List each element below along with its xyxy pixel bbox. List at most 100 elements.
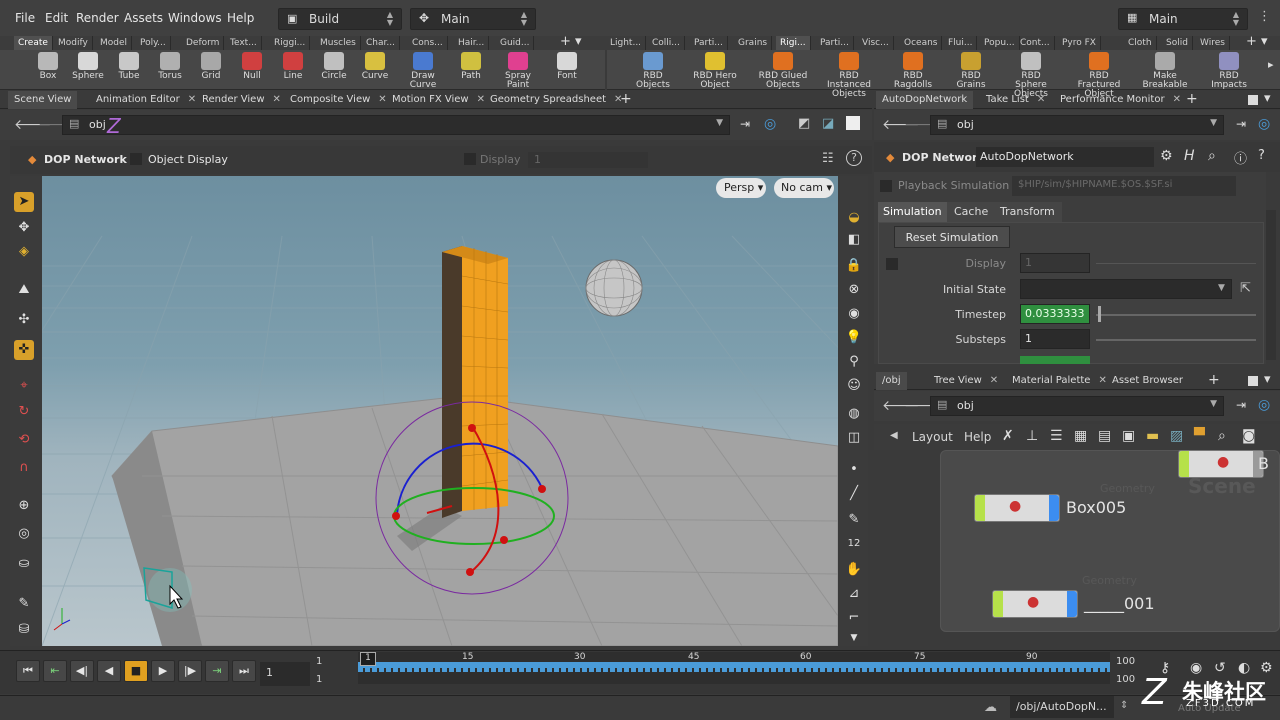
tab-autodopnetwork[interactable]: AutoDopNetwork xyxy=(876,91,974,109)
chevron-down-icon[interactable]: ▼ xyxy=(1218,283,1225,293)
chevron-down-icon[interactable]: ▼ xyxy=(1210,399,1217,409)
updown-arrows-icon[interactable]: ⇕ xyxy=(1120,700,1128,711)
background-swatch[interactable] xyxy=(846,116,860,130)
link-icon[interactable]: ◎ xyxy=(1258,116,1270,132)
shelf-tool-null[interactable]: Null xyxy=(230,52,274,81)
pin-icon[interactable]: ⇥ xyxy=(1236,117,1246,131)
user-icon[interactable]: ☺ xyxy=(844,376,864,396)
play-icon[interactable]: ▶ xyxy=(151,660,175,682)
param-scrollbar[interactable] xyxy=(1266,210,1276,360)
scope-icon[interactable]: ◎ xyxy=(14,524,34,544)
timestep-field[interactable]: 0.0333333 xyxy=(1020,304,1090,324)
close-icon[interactable]: ✕ xyxy=(188,94,196,105)
go-to-start-key-icon[interactable]: ⇤ xyxy=(43,660,67,682)
shelf-tab[interactable]: Muscles xyxy=(316,36,361,50)
shelf-tab[interactable]: Riggi... xyxy=(270,36,311,50)
view-tool-icon[interactable]: ✜ xyxy=(14,340,34,360)
dot-icon[interactable]: • xyxy=(844,460,864,480)
shelf-tab[interactable]: Poly... xyxy=(136,36,171,50)
display-slider[interactable] xyxy=(1096,263,1256,264)
shelf-scroll-icon[interactable]: ▸ xyxy=(1268,58,1274,71)
twelve-icon[interactable]: 12 xyxy=(844,534,864,554)
node-name-field[interactable]: AutoDopNetwork xyxy=(976,147,1154,167)
corner-icon[interactable]: ⌐ xyxy=(844,608,864,628)
layout-menu[interactable]: Layout xyxy=(912,430,953,444)
menu-render[interactable]: Render xyxy=(76,11,119,25)
link-icon[interactable]: ◎ xyxy=(1258,397,1270,413)
h-icon[interactable]: H xyxy=(1184,148,1195,164)
shelf-tab[interactable]: Rigi... xyxy=(776,36,811,50)
move-tool-icon[interactable]: ✥ xyxy=(14,218,34,238)
shelf-tab[interactable]: Hair... xyxy=(454,36,490,50)
node-box005[interactable]: ● xyxy=(974,494,1060,522)
subtab-cache[interactable]: Cache xyxy=(948,202,994,222)
handle-knob[interactable] xyxy=(538,485,546,493)
hand-icon[interactable]: ✋ xyxy=(844,560,864,580)
menu-file[interactable]: File xyxy=(15,11,35,25)
shelf-tab[interactable]: Parti... xyxy=(690,36,728,50)
lighting-icon[interactable]: ◒ xyxy=(844,208,864,228)
offset-time-field[interactable] xyxy=(1020,356,1090,364)
step-forward-icon[interactable]: |▶ xyxy=(178,660,202,682)
shelf-tab[interactable]: Wires xyxy=(1196,36,1230,50)
menu-windows[interactable]: Windows xyxy=(168,11,222,25)
substeps-field[interactable]: 1 xyxy=(1020,329,1090,349)
subtab-transform[interactable]: Transform xyxy=(994,202,1061,222)
handle-knob[interactable] xyxy=(392,512,400,520)
tag-tool-icon[interactable]: ◈ xyxy=(14,242,34,262)
shelf-tool-torus[interactable]: Torus xyxy=(148,52,192,81)
pen-icon[interactable]: ✎ xyxy=(844,510,864,530)
shelf-tab[interactable]: Light... xyxy=(606,36,647,50)
light-bulb-icon[interactable]: 💡 xyxy=(844,328,864,348)
shelf-tab[interactable]: Solid xyxy=(1162,36,1193,50)
camera-icon[interactable]: ◙ xyxy=(1242,428,1256,444)
tab-tree-view[interactable]: Tree View ✕ xyxy=(928,372,1004,390)
tab-motion-fx-view[interactable]: Motion FX View ✕ xyxy=(386,91,491,109)
timestep-slider-handle[interactable] xyxy=(1098,306,1101,322)
param-path-field[interactable]: ▤ obj ▼ xyxy=(930,115,1224,135)
tab-composite-view[interactable]: Composite View ✕ xyxy=(284,91,393,109)
play-reverse-icon[interactable]: ◀ xyxy=(97,660,121,682)
display-checkbox[interactable] xyxy=(464,153,476,165)
pane-menu-icon[interactable]: ▾ xyxy=(1264,372,1271,387)
help-icon[interactable]: ? xyxy=(1258,148,1265,163)
tab-asset-browser[interactable]: Asset Browser xyxy=(1106,372,1189,390)
add-shelf-tab-right-icon[interactable]: + ▾ xyxy=(1246,34,1268,49)
go-to-end-icon[interactable]: ⏭ xyxy=(232,660,256,682)
tree-icon[interactable]: ⊥ xyxy=(1026,428,1038,444)
shelf-tab[interactable]: Visc... xyxy=(858,36,894,50)
settings-icon[interactable]: ⚙ xyxy=(1260,660,1273,676)
node-b[interactable]: ● xyxy=(1178,450,1264,478)
picture-icon[interactable]: ▨ xyxy=(1170,428,1183,444)
table-icon[interactable]: ▤ xyxy=(1098,428,1111,444)
camera-view-icon[interactable]: ◍ xyxy=(844,404,864,424)
reset-simulation-button[interactable]: Reset Simulation xyxy=(894,226,1010,248)
shelf-tab[interactable]: Text... xyxy=(226,36,262,50)
initial-state-field[interactable] xyxy=(1020,279,1232,299)
shelf-tab[interactable]: Cloth xyxy=(1124,36,1157,50)
tab-scene-view[interactable]: Scene View xyxy=(8,91,78,109)
realtime-icon[interactable]: ◐ xyxy=(1238,660,1250,676)
paint-icon[interactable]: ⛀ xyxy=(14,554,34,574)
status-path[interactable]: /obj/AutoDopN... xyxy=(1010,696,1114,718)
maximize-icon[interactable] xyxy=(1248,95,1258,105)
shelf-tool-sphere[interactable]: Sphere xyxy=(66,52,110,81)
visibility-icon[interactable]: ◧ xyxy=(844,230,864,250)
shelf-tab[interactable]: Guid... xyxy=(496,36,535,50)
scene-path-field[interactable]: ▤ obj Z ▼ xyxy=(62,114,730,138)
shelf-tool-tube[interactable]: Tube xyxy=(107,52,151,81)
close-icon[interactable]: ✕ xyxy=(273,94,281,105)
info-icon[interactable]: ⓘ xyxy=(1234,148,1247,167)
context-select[interactable]: ✥ Main ▲ ▼ xyxy=(410,8,536,30)
display-options-icon[interactable]: ☷ xyxy=(822,151,834,166)
measure-icon[interactable]: ⊿ xyxy=(844,584,864,604)
list-icon[interactable]: ☰ xyxy=(1050,428,1063,444)
desktop-select[interactable]: ▣ Build ▲ ▼ xyxy=(278,8,402,30)
sphere-object[interactable] xyxy=(585,259,643,317)
grid-icon[interactable]: ▦ xyxy=(1074,428,1087,444)
shelf-tab[interactable]: Colli... xyxy=(648,36,685,50)
help-icon[interactable]: ? xyxy=(846,150,862,166)
search-icon[interactable]: ⌕ xyxy=(1208,148,1216,164)
shelf-tab[interactable]: Cont... xyxy=(1016,36,1055,50)
shelf-tab[interactable]: Popu... xyxy=(980,36,1020,50)
